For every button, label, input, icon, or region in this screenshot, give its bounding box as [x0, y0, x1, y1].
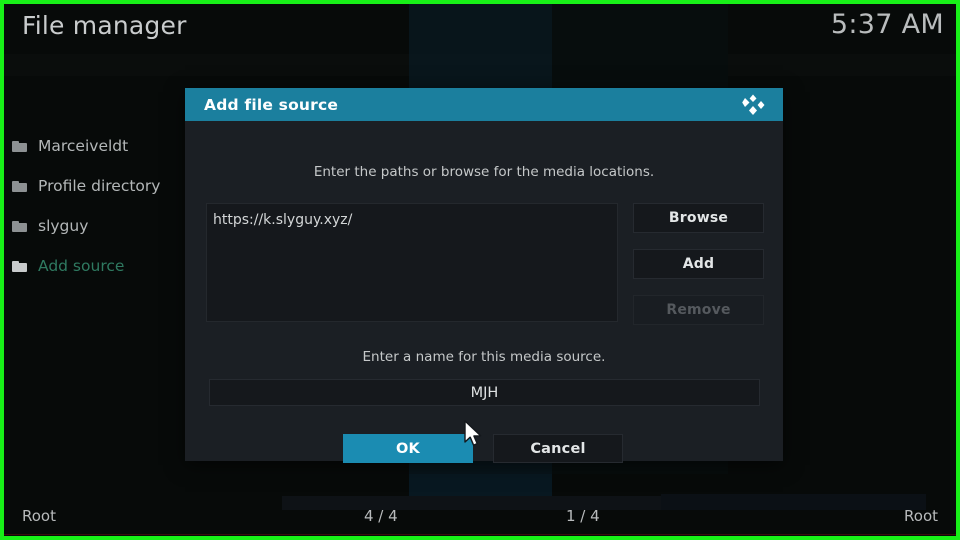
file-list-sidebar: Marceiveldt Profile directory slyguy Add… [4, 126, 182, 286]
dialog-title: Add file source [204, 96, 338, 114]
sidebar-item-label: Add source [38, 257, 124, 275]
dialog-header: Add file source [185, 88, 783, 121]
status-bar: Root 4 / 4 1 / 4 Root [4, 502, 956, 536]
kodi-window: File manager 5:37 AM Marceiveldt Profile… [0, 0, 960, 540]
status-right-path: Root [904, 507, 938, 525]
sidebar-item-profile-directory[interactable]: Profile directory [4, 166, 182, 206]
source-name-value: MJH [471, 385, 499, 401]
cancel-button[interactable]: Cancel [493, 434, 623, 463]
path-list-box[interactable]: https://k.slyguy.xyz/ [206, 203, 618, 322]
status-right-count: 1 / 4 [566, 507, 600, 525]
folder-icon [12, 181, 27, 192]
dialog-action-row: OK Cancel [343, 434, 623, 463]
paths-hint-text: Enter the paths or browse for the media … [185, 164, 783, 180]
status-divider [4, 534, 956, 535]
kodi-logo-icon [740, 93, 766, 117]
add-file-source-dialog: Add file source Enter the paths or brows… [185, 88, 783, 461]
page-title: File manager [22, 11, 187, 40]
sidebar-item-marceiveldt[interactable]: Marceiveldt [4, 126, 182, 166]
sidebar-item-add-source[interactable]: Add source [4, 246, 182, 286]
folder-icon [12, 261, 27, 272]
source-name-input[interactable]: MJH [209, 379, 760, 406]
status-left-path: Root [22, 507, 56, 525]
ok-button[interactable]: OK [343, 434, 473, 463]
sidebar-item-slyguy[interactable]: slyguy [4, 206, 182, 246]
browse-button[interactable]: Browse [633, 203, 764, 233]
sidebar-item-label: Marceiveldt [38, 137, 128, 155]
name-hint-text: Enter a name for this media source. [185, 349, 783, 365]
path-list-item[interactable]: https://k.slyguy.xyz/ [213, 212, 352, 228]
sidebar-item-label: slyguy [38, 217, 88, 235]
add-button[interactable]: Add [633, 249, 764, 279]
dialog-body: Enter the paths or browse for the media … [185, 121, 783, 461]
folder-icon [12, 141, 27, 152]
sidebar-item-label: Profile directory [38, 177, 160, 195]
remove-button: Remove [633, 295, 764, 325]
folder-icon [12, 221, 27, 232]
clock: 5:37 AM [831, 9, 944, 40]
status-left-count: 4 / 4 [364, 507, 398, 525]
path-action-buttons: Browse Add Remove [633, 203, 764, 341]
